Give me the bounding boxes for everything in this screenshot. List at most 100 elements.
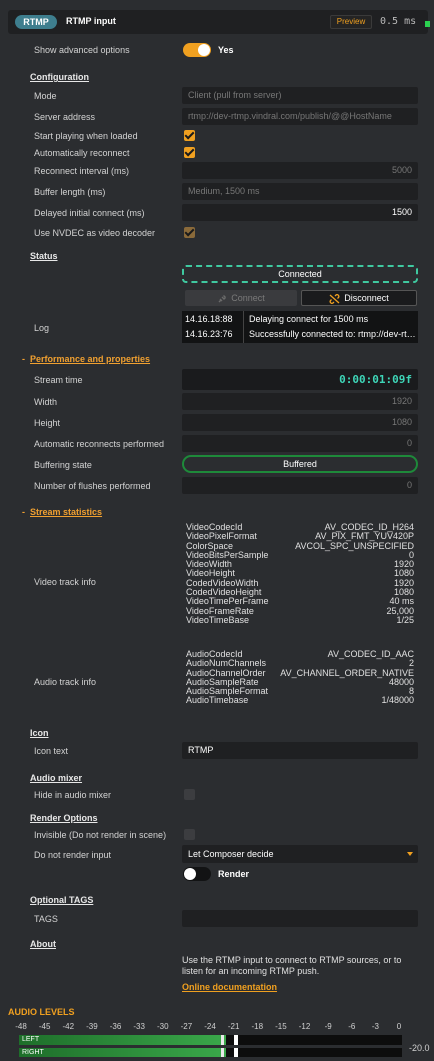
disconnect-button[interactable]: Disconnect [301, 290, 417, 306]
meter-level-marker [233, 1048, 238, 1057]
scale-tick-label: -48 [15, 1022, 27, 1031]
reconnect-interval-input[interactable]: 5000 [182, 162, 418, 179]
server-address-input[interactable]: rtmp://dev-rtmp.vindral.com/publish/@@Ho… [182, 108, 418, 125]
hide-in-mixer-label: Hide in audio mixer [34, 790, 112, 800]
audio-meter-right: RIGHT [19, 1048, 402, 1057]
do-not-render-select[interactable]: Let Composer decide [182, 845, 418, 863]
stat-value: 1/48000 [381, 695, 414, 706]
scale-tick-label: -27 [180, 1022, 193, 1031]
scale-tick-label: -45 [38, 1022, 51, 1031]
scale-tick-label: -18 [251, 1022, 264, 1031]
log-entry: 14.16.18:88 Delaying connect for 1500 ms [185, 314, 417, 328]
online-documentation-link[interactable]: Online documentation [182, 982, 277, 992]
render-toggle[interactable] [183, 867, 211, 881]
unlink-icon [329, 293, 340, 304]
scale-tick-label: -6 [348, 1022, 356, 1031]
flushes-label: Number of flushes performed [34, 481, 151, 491]
optional-tags-section-title[interactable]: Optional TAGS [30, 895, 93, 905]
scale-tick-label: -12 [298, 1022, 311, 1031]
stat-value: AVCOL_SPC_UNSPECIFIED [295, 540, 414, 551]
audio-levels-title: AUDIO LEVELS [8, 1007, 75, 1017]
latency-status-indicator [425, 21, 430, 27]
about-section-title[interactable]: About [30, 939, 56, 949]
start-playing-label: Start playing when loaded [34, 131, 138, 141]
nvdec-label: Use NVDEC as video decoder [34, 228, 156, 238]
invisible-checkbox[interactable] [184, 829, 195, 840]
performance-section-title[interactable]: Performance and properties [30, 354, 150, 364]
meter-level-marker [233, 1035, 238, 1045]
scale-tick-label: -9 [324, 1022, 332, 1031]
scale-tick-label: -21 [227, 1022, 240, 1031]
stat-key: VideoTimeBase [186, 614, 250, 625]
auto-reconnects-label: Automatic reconnects performed [34, 439, 165, 449]
server-address-label: Server address [34, 112, 96, 122]
auto-reconnects-value: 0 [182, 435, 418, 452]
scale-tick-label: -36 [109, 1022, 122, 1031]
scale-tick-label: -3 [371, 1022, 379, 1031]
connect-button-label: Connect [231, 293, 265, 303]
log-time: 14.16.23:76 [185, 329, 233, 339]
scale-tick-label: -42 [62, 1022, 75, 1031]
icon-text-input[interactable]: RTMP [182, 742, 418, 759]
audio-track-info-list: AudioCodecId AV_CODEC_ID_AAC AudioNumChann… [186, 649, 414, 706]
icon-section-title[interactable]: Icon [30, 728, 49, 738]
configuration-section-title[interactable]: Configuration [30, 72, 89, 82]
render-toggle-label: Render [218, 869, 250, 879]
buffer-length-field[interactable]: Medium, 1500 ms [182, 183, 418, 200]
mode-label: Mode [34, 91, 57, 101]
tags-label: TAGS [34, 914, 58, 924]
stream-statistics-section-title[interactable]: Stream statistics [30, 507, 102, 517]
scale-tick-label: 0 [396, 1022, 402, 1031]
disconnect-button-label: Disconnect [344, 293, 389, 303]
meter-peak-marker [220, 1048, 224, 1057]
delayed-connect-label: Delayed initial connect (ms) [34, 208, 145, 218]
dropdown-arrow-icon [407, 852, 413, 856]
delayed-connect-input[interactable]: 1500 [182, 204, 418, 221]
plug-icon [218, 294, 227, 303]
connect-button[interactable]: Connect [185, 290, 297, 306]
height-value: 1080 [182, 414, 418, 431]
auto-reconnect-checkbox[interactable] [184, 147, 195, 158]
connection-log[interactable]: 14.16.18:88 Delaying connect for 1500 ms… [182, 311, 418, 343]
log-message: Delaying connect for 1500 ms [249, 314, 369, 324]
toggle-knob [184, 868, 196, 880]
stat-row: AudioTimebase 1/48000 [186, 695, 414, 706]
video-track-info-label: Video track info [34, 577, 96, 587]
width-label: Width [34, 397, 58, 407]
height-label: Height [34, 418, 61, 428]
latency-readout: 0.5 ms [380, 16, 417, 27]
connection-status: Connected [182, 265, 418, 283]
advanced-options-toggle[interactable] [183, 43, 211, 57]
stream-time-label: Stream time [34, 375, 83, 385]
stat-value: AV_CODEC_ID_AAC [327, 649, 414, 659]
icon-text-label: Icon text [34, 746, 69, 756]
nvdec-checkbox[interactable] [184, 227, 195, 238]
hide-in-mixer-checkbox[interactable] [184, 789, 195, 800]
advanced-options-label: Show advanced options [34, 45, 130, 55]
tags-input[interactable] [182, 910, 418, 927]
buffer-length-label: Buffer length (ms) [34, 187, 106, 197]
start-playing-checkbox[interactable] [184, 130, 195, 141]
stat-row: VideoTimeBase 1/25 [186, 614, 414, 625]
meter-peak-marker [220, 1035, 224, 1045]
mode-field[interactable]: Client (pull from server) [182, 87, 418, 104]
meter-channel-label: LEFT [22, 1036, 40, 1043]
buffering-state-label: Buffering state [34, 460, 92, 470]
audio-track-info-label: Audio track info [34, 677, 97, 687]
input-header: RTMP RTMP input Preview 0.5 ms [8, 10, 430, 34]
flushes-value: 0 [182, 477, 418, 494]
advanced-options-value: Yes [218, 45, 234, 55]
render-options-section-title[interactable]: Render Options [30, 813, 98, 823]
invisible-label: Invisible (Do not render in scene) [34, 830, 167, 840]
status-section-title[interactable]: Status [30, 251, 58, 261]
collapse-marker: - [22, 354, 25, 364]
about-description: Use the RTMP input to connect to RTMP so… [182, 955, 402, 976]
log-label: Log [34, 323, 50, 333]
do-not-render-selected: Let Composer decide [188, 849, 274, 859]
buffering-state-badge: Buffered [182, 455, 418, 473]
preview-button[interactable]: Preview [330, 15, 372, 29]
auto-reconnect-label: Automatically reconnect [34, 148, 130, 158]
audio-mixer-section-title[interactable]: Audio mixer [30, 773, 82, 783]
width-value: 1920 [182, 393, 418, 410]
log-entry: 14.16.23:76 Successfully connected to: r… [185, 329, 417, 343]
